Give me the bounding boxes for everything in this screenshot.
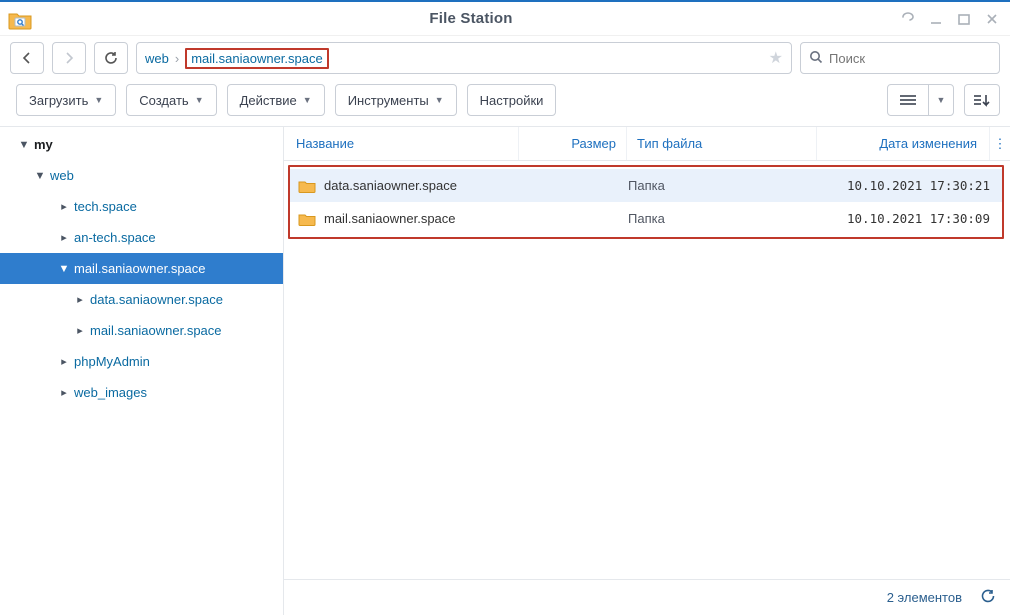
list-icon [900,94,916,106]
caret-down-icon: ▼ [937,95,946,105]
favorite-star-icon[interactable]: ★ [769,48,783,68]
file-type: Папка [628,211,818,226]
file-name: data.saniaowner.space [324,178,457,193]
tree-node-label: mail.saniaowner.space [74,261,206,276]
upload-label: Загрузить [29,93,88,108]
crumb-0[interactable]: web [145,51,169,66]
toolbar: Загрузить ▼ Создать ▼ Действие ▼ Инструмент… [0,80,1010,126]
app-icon [8,8,32,30]
column-name[interactable]: Название [284,127,518,160]
tree-node[interactable]: ▼my [0,129,283,160]
twisty-closed-icon[interactable]: ▸ [56,386,72,399]
twisty-closed-icon[interactable]: ▸ [56,231,72,244]
create-button[interactable]: Создать ▼ [126,84,216,116]
tree-node[interactable]: ▸web_images [0,377,283,408]
file-type: Папка [628,178,818,193]
item-count: 2 элементов [887,590,962,605]
file-name: mail.saniaowner.space [324,211,456,226]
search-box[interactable] [800,42,1000,74]
twisty-closed-icon[interactable]: ▸ [72,324,88,337]
folder-icon [298,178,316,193]
sort-settings-button[interactable] [964,84,1000,116]
tree-node-label: mail.saniaowner.space [90,323,222,338]
twisty-closed-icon[interactable]: ▸ [56,200,72,213]
file-date: 10.10.2021 17:30:21 [818,178,1002,193]
tree-node-label: phpMyAdmin [74,354,150,369]
window-maximize-icon[interactable] [956,11,972,27]
view-mode-dropdown[interactable]: ▼ [928,84,954,116]
nav-back-button[interactable] [10,42,44,74]
tree-node-label: web [50,168,74,183]
highlight-box: data.saniaowner.spaceПапка10.10.2021 17:… [288,165,1004,239]
tree-node-label: tech.space [74,199,137,214]
caret-down-icon: ▼ [94,95,103,105]
upload-button[interactable]: Загрузить ▼ [16,84,116,116]
tree-node[interactable]: ▼web [0,160,283,191]
view-mode-group: ▼ [887,84,954,116]
tree-node-label: my [34,137,53,152]
twisty-open-icon[interactable]: ▼ [32,170,48,182]
list-view-button[interactable] [887,84,929,116]
window-close-icon[interactable] [984,11,1000,27]
tools-button[interactable]: Инструменты ▼ [335,84,457,116]
tree-node[interactable]: ▸an-tech.space [0,222,283,253]
tree-node[interactable]: ▸phpMyAdmin [0,346,283,377]
tree-node-label: data.saniaowner.space [90,292,223,307]
window-title: File Station [42,10,900,27]
window-help-icon[interactable] [900,11,916,27]
address-bar-row: web › mail.saniaowner.space ★ [0,36,1010,80]
search-input[interactable] [829,51,991,66]
window-minimize-icon[interactable] [928,11,944,27]
action-button[interactable]: Действие ▼ [227,84,325,116]
column-type[interactable]: Тип файла [626,127,816,160]
tree-node-label: web_images [74,385,147,400]
column-header-row: Название Размер Тип файла Дата изменения… [284,127,1010,161]
settings-button[interactable]: Настройки [467,84,557,116]
nav-forward-button[interactable] [52,42,86,74]
tree-node[interactable]: ▸mail.saniaowner.space [0,315,283,346]
caret-down-icon: ▼ [303,95,312,105]
breadcrumb[interactable]: web › mail.saniaowner.space ★ [136,42,792,74]
twisty-closed-icon[interactable]: ▸ [56,355,72,368]
twisty-open-icon[interactable]: ▼ [16,139,32,151]
column-menu-icon[interactable]: ⋮ [989,127,1010,160]
title-bar: File Station [0,0,1010,36]
crumb-1[interactable]: mail.saniaowner.space [185,48,329,69]
sort-icon [974,93,990,107]
main-area: ▼my▼web▸tech.space▸an-tech.space▼mail.sa… [0,126,1010,615]
file-date: 10.10.2021 17:30:09 [818,211,1002,226]
folder-tree[interactable]: ▼my▼web▸tech.space▸an-tech.space▼mail.sa… [0,126,284,615]
tree-node[interactable]: ▸data.saniaowner.space [0,284,283,315]
tools-label: Инструменты [348,93,429,108]
tree-node[interactable]: ▸tech.space [0,191,283,222]
caret-down-icon: ▼ [195,95,204,105]
file-rows: data.saniaowner.spaceПапка10.10.2021 17:… [284,161,1010,579]
folder-icon [298,211,316,226]
search-icon [809,50,823,67]
table-row[interactable]: data.saniaowner.space Папка10.10.2021 17:… [290,169,1002,202]
footer-refresh-button[interactable] [980,588,996,607]
action-label: Действие [240,93,297,108]
file-list: Название Размер Тип файла Дата изменения… [284,126,1010,615]
tree-node[interactable]: ▼mail.saniaowner.space [0,253,283,284]
settings-label: Настройки [480,93,544,108]
status-bar: 2 элементов [284,579,1010,615]
nav-refresh-button[interactable] [94,42,128,74]
column-size[interactable]: Размер [518,127,626,160]
table-row[interactable]: mail.saniaowner.space Папка10.10.2021 17:… [290,202,1002,235]
column-date[interactable]: Дата изменения [816,127,989,160]
create-label: Создать [139,93,188,108]
chevron-right-icon: › [175,51,179,66]
tree-node-label: an-tech.space [74,230,156,245]
twisty-open-icon[interactable]: ▼ [56,263,72,275]
caret-down-icon: ▼ [435,95,444,105]
twisty-closed-icon[interactable]: ▸ [72,293,88,306]
